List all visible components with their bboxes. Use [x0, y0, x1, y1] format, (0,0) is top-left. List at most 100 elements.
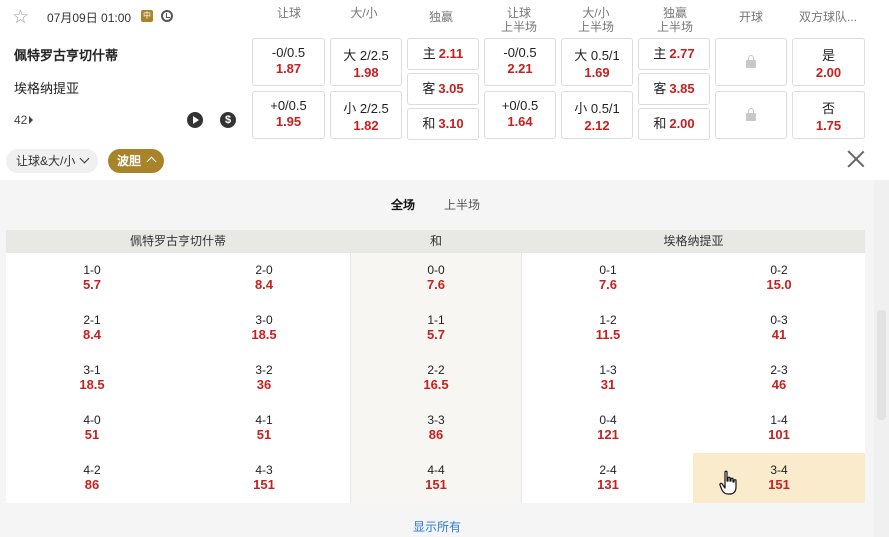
correct-score-cell[interactable]: 2-1 8.4: [6, 303, 178, 353]
dollar-icon[interactable]: $: [220, 112, 236, 128]
correct-score-cell[interactable]: 0-1 7.6: [522, 253, 694, 303]
correct-score-cell[interactable]: 1-4 101: [693, 403, 865, 453]
correct-score-cell[interactable]: 3-3 86: [350, 403, 522, 453]
match-row: ☆ 07月09日 01:00 中 佩特罗古亨切什蒂 埃格纳提亚 42 $ 让球 …: [0, 0, 889, 145]
col-header-label: 让球: [276, 6, 301, 20]
correct-score-cell[interactable]: 2-4 131: [522, 453, 694, 503]
score-label: 0-1: [599, 263, 617, 277]
odds-value: 3.05: [438, 81, 464, 96]
odds-line: +0/0.5: [501, 98, 539, 113]
odds-1x2-1h-away[interactable]: 客 3.85: [638, 73, 710, 105]
score-label: 2-0: [255, 263, 273, 277]
odds-ou-under[interactable]: 小 2/2.5 1.82: [330, 91, 402, 139]
correct-score-cell[interactable]: 4-3 151: [178, 453, 350, 503]
col-header-kickoff: 开球: [720, 6, 782, 24]
odds-value: 1.75: [815, 118, 842, 133]
correct-score-cell[interactable]: 1-0 5.7: [6, 253, 178, 303]
odds-label: 主: [422, 46, 436, 61]
correct-score-panel: 全场 上半场 佩特罗古亨切什蒂 和 埃格纳提亚 1-0 5.7 2-0 8.4 0-0 7…: [0, 180, 874, 537]
correct-score-cell[interactable]: 2-2 16.5: [350, 353, 522, 403]
correct-score-cell[interactable]: 2-3 46: [693, 353, 865, 403]
odds-btts-no[interactable]: 否 1.75: [792, 91, 865, 139]
odds-1x2-away[interactable]: 客 3.05: [407, 73, 479, 105]
odds-1x2-1h-home[interactable]: 主 2.77: [638, 38, 710, 70]
score-odds: 51: [256, 427, 272, 442]
col-header-ou-1h: 大/小 上半场: [565, 6, 627, 34]
correct-score-cell[interactable]: 2-0 8.4: [178, 253, 350, 303]
correct-score-cell[interactable]: 3-0 18.5: [178, 303, 350, 353]
market-toggle-row: 让球&大/小 波胆: [0, 146, 889, 180]
odds-ou-over[interactable]: 大 2/2.5 1.98: [330, 38, 402, 86]
odds-ou-1h-over[interactable]: 大 0.5/1 1.69: [561, 38, 633, 86]
correct-score-cell[interactable]: 0-0 7.6: [350, 253, 522, 303]
more-markets-link[interactable]: 42: [14, 113, 34, 127]
correct-score-toggle-button[interactable]: 波胆: [108, 149, 165, 173]
odds-value: 1.98: [353, 65, 379, 80]
score-label: 4-0: [83, 413, 101, 427]
odds-label: 客: [422, 81, 436, 96]
correct-score-cell[interactable]: 0-3 41: [693, 303, 865, 353]
match-datetime: 07月09日 01:00: [47, 11, 132, 25]
col-header-1x2: 独赢: [410, 6, 472, 24]
odds-hdp-home[interactable]: -0/0.5 1.87: [252, 38, 325, 86]
play-icon[interactable]: [187, 112, 203, 128]
close-icon[interactable]: [846, 149, 866, 169]
correct-score-cell[interactable]: 3-2 36: [178, 353, 350, 403]
correct-score-cell[interactable]: 4-0 51: [6, 403, 178, 453]
score-label: 2-2: [427, 363, 445, 377]
score-label: 3-1: [83, 363, 101, 377]
odds-hdp-away[interactable]: +0/0.5 1.95: [252, 91, 325, 139]
odds-hdp-1h-away[interactable]: +0/0.5 1.64: [484, 91, 556, 139]
score-label: 3-3: [427, 413, 445, 427]
odds-line: -0/0.5: [271, 45, 306, 60]
score-odds: 121: [597, 427, 619, 442]
score-odds: 5.7: [82, 277, 102, 292]
correct-score-cell[interactable]: 0-2 15.0: [693, 253, 865, 303]
col-header-sublabel: 上半场: [656, 20, 693, 34]
odds-line: 大 0.5/1: [574, 48, 620, 63]
col-header-sublabel: 上半场: [577, 20, 614, 34]
score-odds: 41: [771, 327, 787, 342]
score-label: 0-0: [427, 263, 445, 277]
market-filter-button[interactable]: 让球&大/小: [6, 149, 99, 173]
chevron-down-icon: [79, 153, 90, 164]
score-odds: 16.5: [423, 377, 449, 392]
odds-value: 2.12: [584, 118, 610, 133]
score-label: 1-0: [83, 263, 101, 277]
favorite-star-icon[interactable]: ☆: [12, 8, 32, 28]
odds-1x2-draw[interactable]: 和 3.10: [407, 108, 479, 140]
show-all-link[interactable]: 显示所有: [0, 518, 874, 535]
odds-line: +0/0.5: [270, 98, 307, 113]
correct-score-cell[interactable]: 4-4 151: [350, 453, 522, 503]
correct-score-cell[interactable]: 4-1 51: [178, 403, 350, 453]
odds-1x2-1h-draw[interactable]: 和 2.00: [638, 108, 710, 140]
correct-score-cell[interactable]: 1-1 5.7: [350, 303, 522, 353]
correct-score-cell[interactable]: 3-1 18.5: [6, 353, 178, 403]
tab-full-time[interactable]: 全场: [391, 196, 415, 213]
score-odds: 8.4: [254, 277, 274, 292]
score-label: 1-2: [599, 313, 617, 327]
correct-score-cell[interactable]: 4-2 86: [6, 453, 178, 503]
correct-score-cell[interactable]: 1-2 11.5: [522, 303, 694, 353]
score-odds: 8.4: [82, 327, 102, 342]
odds-1x2-home[interactable]: 主 2.11: [407, 38, 479, 70]
score-label: 2-3: [770, 363, 788, 377]
odds-label: 客: [653, 81, 667, 96]
odds-hdp-1h-home[interactable]: -0/0.5 2.21: [484, 38, 556, 86]
col-header-sublabel: 上半场: [500, 20, 537, 34]
odds-value: 1.69: [584, 65, 610, 80]
header-home-team: 佩特罗古亨切什蒂: [129, 234, 226, 248]
scrollbar-thumb[interactable]: [877, 310, 886, 420]
odds-label: 和: [653, 116, 667, 131]
score-odds: 46: [771, 377, 787, 392]
score-label: 3-0: [255, 313, 273, 327]
odds-btts-yes[interactable]: 是 2.00: [792, 38, 865, 86]
header-draw: 和: [429, 234, 442, 248]
odds-ou-1h-under[interactable]: 小 0.5/1 2.12: [561, 91, 633, 139]
correct-score-cell[interactable]: 1-3 31: [522, 353, 694, 403]
correct-score-cell[interactable]: 0-4 121: [522, 403, 694, 453]
home-team-name: 佩特罗古亨切什蒂: [14, 48, 119, 63]
chevron-up-icon: [146, 156, 157, 167]
tab-first-half[interactable]: 上半场: [444, 196, 480, 213]
score-odds: 36: [256, 377, 272, 392]
